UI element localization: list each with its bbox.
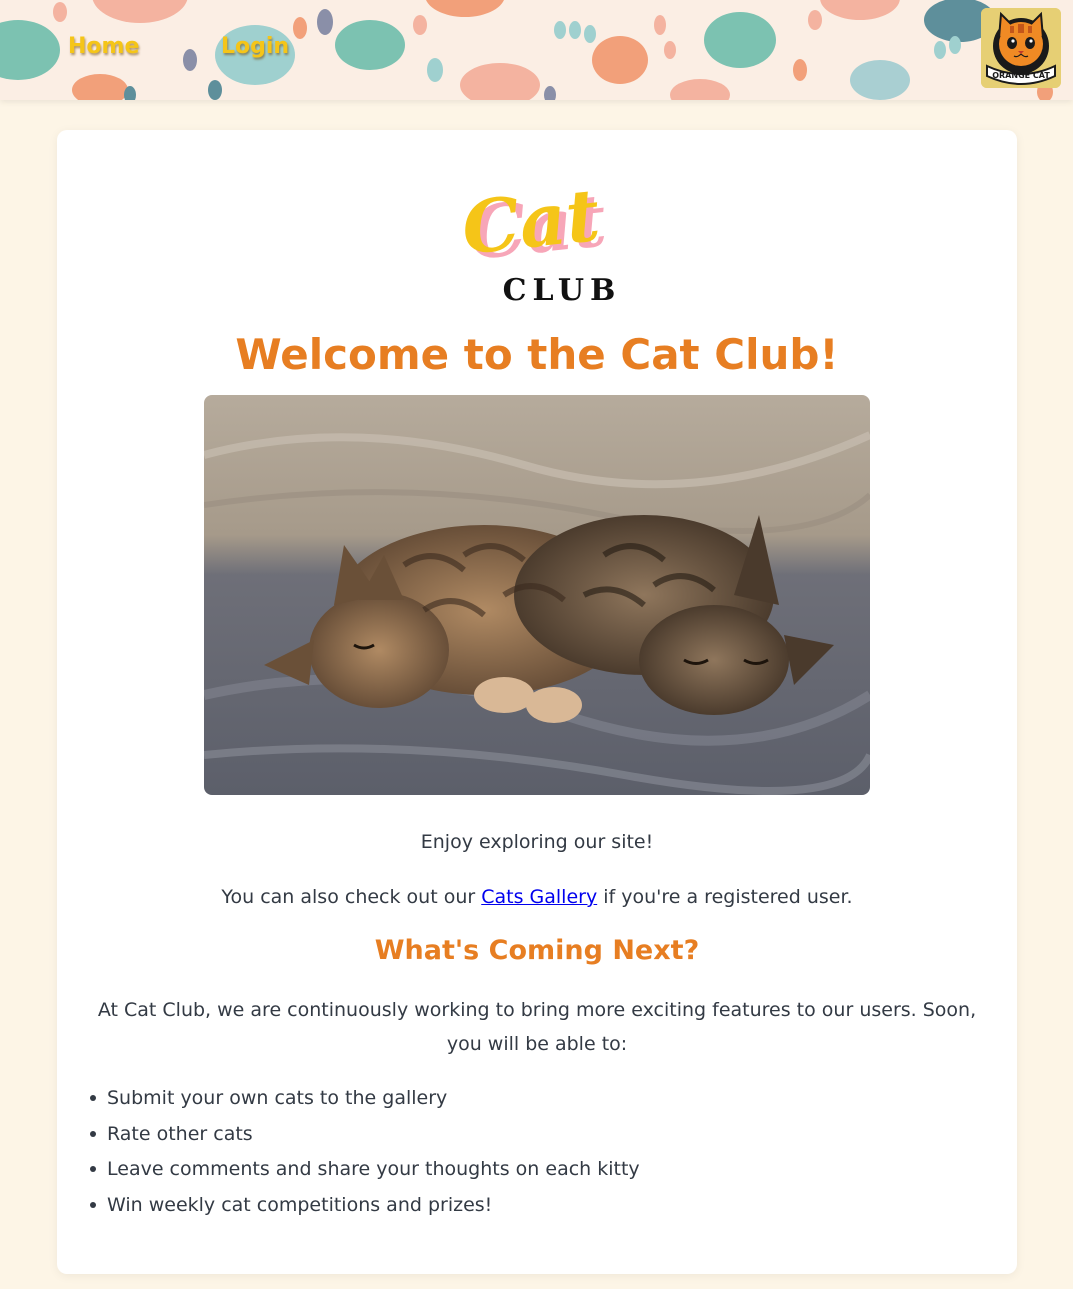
coming-next-text: At Cat Club, we are continuously working… [97, 999, 977, 1055]
features-list: Submit your own cats to the gallery Rate… [87, 1082, 640, 1224]
intro-text: Enjoy exploring our site! [420, 831, 654, 853]
coming-next-heading: What's Coming Next? [374, 935, 700, 966]
gallery-paragraph: You can also check out our Cats Gallery … [57, 880, 1017, 914]
cats-gallery-link[interactable]: Cats Gallery [481, 886, 597, 908]
gallery-prefix-text: You can also check out our [221, 886, 482, 908]
paw-pattern-background [0, 0, 1053, 100]
site-header: Home Login ORANGE CAT [0, 0, 1073, 100]
orange-cat-icon: ORANGE CAT [981, 8, 1061, 88]
nav-home-link[interactable]: Home [68, 34, 139, 59]
list-item: Leave comments and share your thoughts o… [87, 1153, 640, 1189]
badge-text: ORANGE CAT [992, 71, 1050, 80]
list-item: Win weekly cat competitions and prizes! [87, 1189, 640, 1225]
list-item: Rate other cats [87, 1118, 640, 1154]
sleeping-kittens-image [204, 395, 870, 795]
logo-word-club: CLUB [503, 273, 622, 308]
main-card: Cat Cat CLUB Welcome to the Cat Club! En… [57, 130, 1017, 1274]
nav-login-link[interactable]: Login [221, 34, 289, 59]
gallery-suffix-text: if you're a registered user. [597, 886, 853, 908]
logo-word-cat: Cat [458, 172, 603, 271]
cat-club-logo: Cat Cat CLUB [458, 172, 622, 308]
page-title: Welcome to the Cat Club! [235, 330, 839, 379]
kittens-photo [204, 395, 870, 795]
list-item: Submit your own cats to the gallery [87, 1082, 640, 1118]
orange-cat-badge[interactable]: ORANGE CAT [981, 8, 1061, 88]
